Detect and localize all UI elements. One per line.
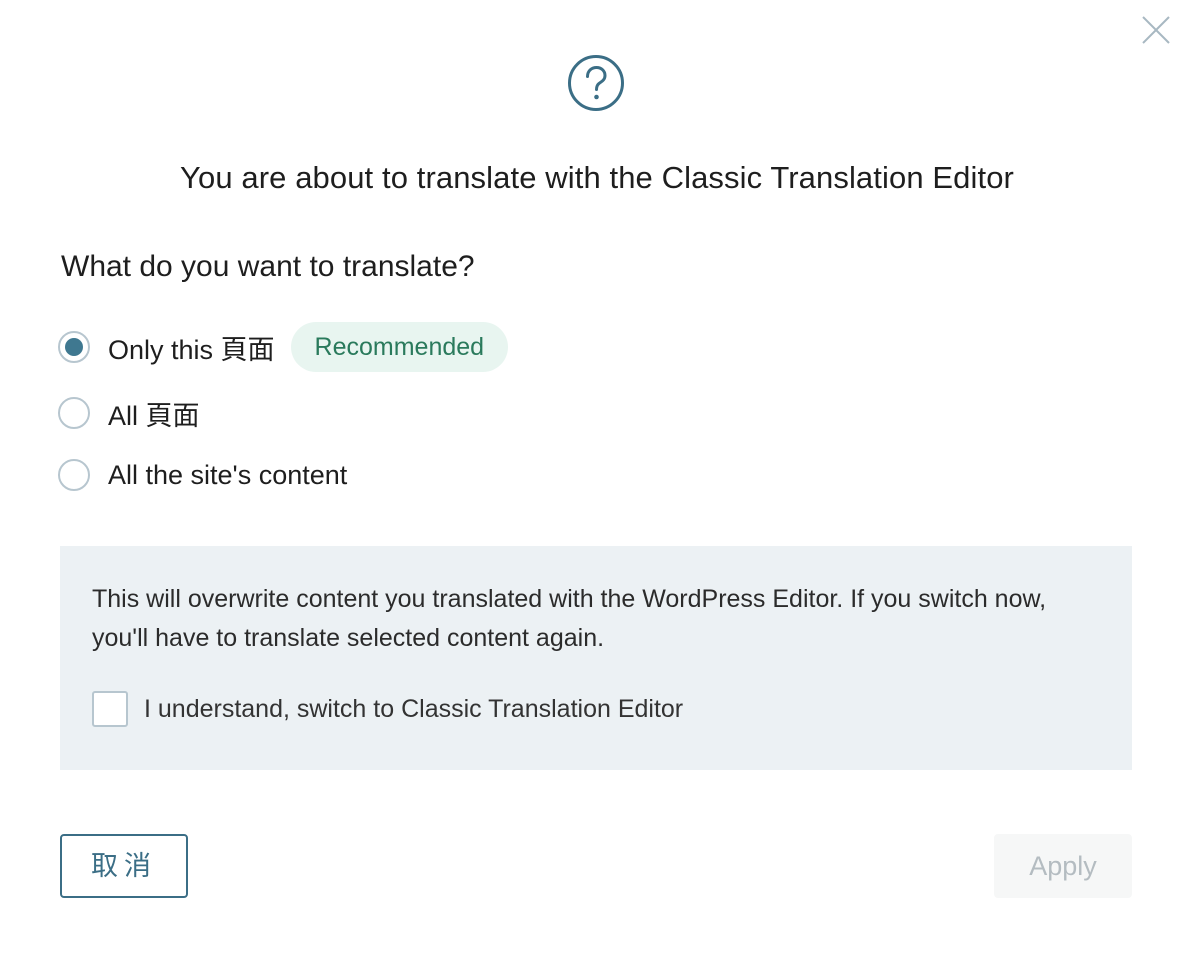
apply-button[interactable]: Apply [994,834,1132,898]
option-all-site-content[interactable]: All the site's content [58,456,347,494]
radio-only-this-page[interactable] [58,331,90,363]
dialog-title: You are about to translate with the Clas… [180,160,1014,195]
recommended-badge: Recommended [290,322,509,372]
option-label: Only this 頁面 [108,334,275,365]
confirm-checkbox[interactable] [92,691,128,727]
option-all-pages[interactable]: All 頁面 [58,394,200,432]
close-button[interactable] [1138,12,1174,48]
question-heading: What do you want to translate? [61,250,475,283]
notice-text: This will overwrite content you translat… [92,585,1047,652]
close-icon [1142,16,1170,44]
radio-all-pages[interactable] [58,397,90,429]
confirm-label: I understand, switch to Classic Translat… [144,694,684,723]
question-circle-icon [567,54,625,112]
confirm-switch-row[interactable]: I understand, switch to Classic Translat… [92,691,683,727]
cancel-button[interactable]: 取消 [60,834,188,898]
option-only-this-page[interactable]: Only this 頁面 Recommended [58,322,509,372]
option-label: All the site's content [108,459,348,490]
radio-all-site-content[interactable] [58,459,90,491]
option-label: All 頁面 [108,400,200,431]
translation-editor-dialog: You are about to translate with the Clas… [0,0,1194,962]
overwrite-notice: This will overwrite content you translat… [60,546,1132,770]
